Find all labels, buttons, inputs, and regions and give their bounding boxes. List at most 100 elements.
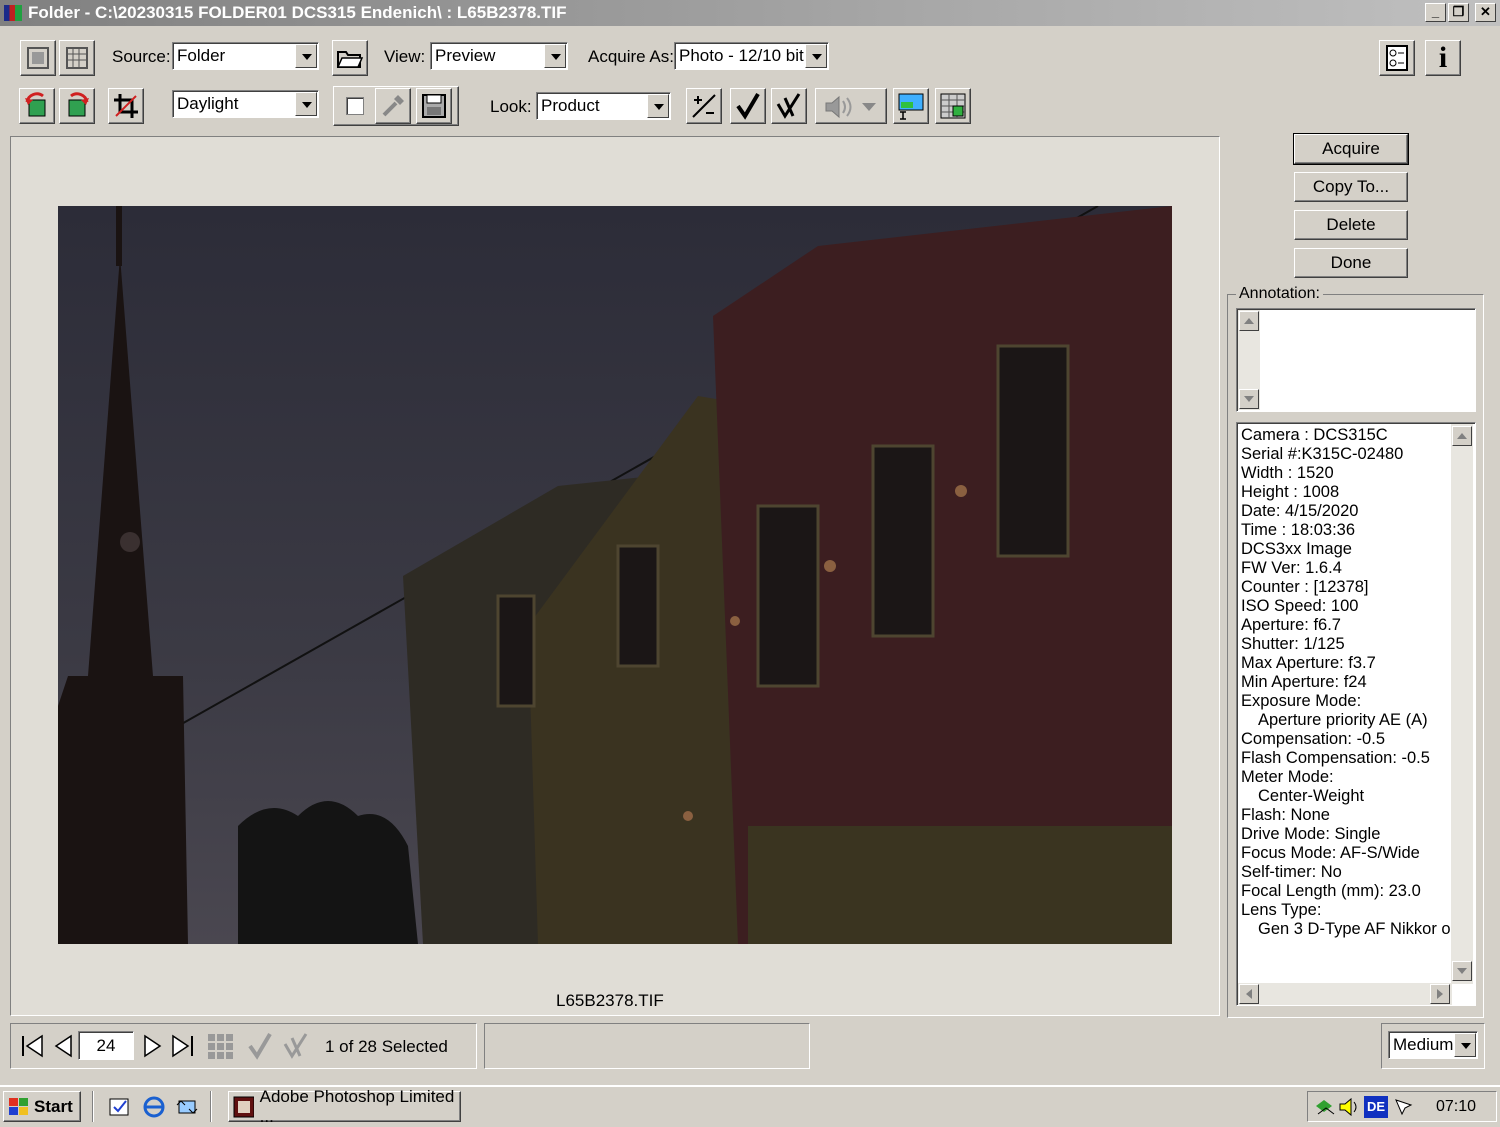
properties-icon[interactable] (1379, 40, 1415, 76)
open-folder-icon[interactable] (332, 40, 368, 76)
info-icon[interactable]: i (1425, 40, 1461, 76)
look-value: Product (541, 96, 600, 115)
previous-image-icon[interactable] (45, 1028, 81, 1064)
chevron-down-icon[interactable] (805, 44, 827, 68)
title-bar: Folder - C:\20230315 FOLDER01 DCS315 End… (0, 0, 1500, 26)
metadata-line: Meter Mode: (1241, 768, 1334, 786)
crop-icon[interactable] (108, 88, 144, 124)
metadata-vertical-scrollbar[interactable] (1451, 424, 1473, 984)
photoshop-icon (233, 1096, 254, 1117)
acquire-button[interactable]: Acquire (1293, 133, 1409, 165)
metadata-line: Serial #:K315C-02480 (1241, 445, 1404, 463)
chevron-down-icon[interactable] (647, 94, 669, 118)
save-icon[interactable] (416, 88, 452, 124)
look-label: Look: (490, 97, 532, 116)
metadata-line: Aperture priority AE (A) (1258, 711, 1428, 729)
metadata-line: Exposure Mode: (1241, 692, 1362, 710)
rotate-right-icon[interactable] (59, 88, 95, 124)
metadata-line: Flash: None (1241, 806, 1330, 824)
eyedropper-icon[interactable] (375, 88, 411, 124)
copy-to-button[interactable]: Copy To... (1294, 172, 1408, 202)
last-image-icon[interactable] (165, 1028, 201, 1064)
metadata-line: Gen 3 D-Type AF Nikkor or (1258, 920, 1451, 938)
chevron-down-icon[interactable] (295, 44, 317, 68)
check-icon[interactable] (242, 1028, 278, 1064)
white-balance-select[interactable]: Daylight (172, 90, 319, 118)
metadata-line: Drive Mode: Single (1241, 825, 1381, 843)
app-icon (4, 5, 22, 21)
metadata-line: Camera : DCS315C (1241, 426, 1388, 444)
chevron-down-icon[interactable] (544, 44, 566, 68)
scroll-left-icon[interactable] (1239, 984, 1259, 1004)
start-button[interactable]: Start (3, 1091, 81, 1122)
acquire-as-select[interactable]: Photo - 12/10 bit (674, 42, 829, 70)
restore-button[interactable]: ❐ (1448, 3, 1469, 22)
network-icon[interactable] (1314, 1096, 1336, 1118)
check-mark-icon[interactable] (730, 88, 766, 124)
view-select[interactable]: Preview (430, 42, 568, 70)
minimize-button[interactable]: _ (1425, 3, 1446, 22)
image-text-icon[interactable] (893, 88, 929, 124)
chevron-down-icon[interactable] (1454, 1033, 1476, 1057)
checkbox-icon[interactable] (337, 88, 373, 124)
internet-explorer-icon[interactable] (142, 1095, 166, 1119)
metadata-line: Height : 1008 (1241, 483, 1340, 501)
metadata-line: DCS3xx Image (1241, 540, 1352, 558)
scroll-down-icon[interactable] (1452, 961, 1472, 981)
check-all-disabled-icon[interactable] (278, 1028, 314, 1064)
metadata-line: Shutter: 1/125 (1241, 635, 1345, 653)
clock: 07:10 (1436, 1098, 1477, 1115)
batch-process-icon[interactable] (935, 88, 971, 124)
metadata-line: Min Aperture: f24 (1241, 673, 1367, 691)
metadata-line: Flash Compensation: -0.5 (1241, 749, 1430, 767)
metadata-line: Max Aperture: f3.7 (1241, 654, 1376, 672)
scroll-down-icon[interactable] (1239, 389, 1259, 409)
scroll-up-icon[interactable] (1239, 311, 1259, 331)
source-select[interactable]: Folder (172, 42, 319, 70)
show-desktop-icon[interactable] (108, 1095, 132, 1119)
metadata-line: Date: 4/15/2020 (1241, 502, 1359, 520)
scroll-right-icon[interactable] (1430, 984, 1450, 1004)
chevron-down-icon[interactable] (295, 92, 317, 116)
metadata-line: Self-timer: No (1241, 863, 1342, 881)
grid-view-icon[interactable] (59, 40, 95, 76)
metadata-horizontal-scrollbar[interactable] (1238, 983, 1452, 1005)
metadata-line: Width : 1520 (1241, 464, 1334, 482)
window-title: Folder - C:\20230315 FOLDER01 DCS315 End… (28, 3, 567, 22)
look-select[interactable]: Product (536, 92, 671, 120)
white-balance-value: Daylight (177, 94, 239, 113)
metadata-line: Time : 18:03:36 (1241, 521, 1356, 539)
preview-image[interactable] (58, 206, 1172, 944)
check-all-icon[interactable] (771, 88, 807, 124)
scroll-up-icon[interactable] (1452, 426, 1472, 446)
close-button[interactable]: ✕ (1475, 3, 1496, 22)
view-label: View: (384, 47, 426, 66)
windows-logo-icon (9, 1097, 28, 1115)
annotation-input[interactable] (1236, 308, 1476, 412)
rotate-left-icon[interactable] (19, 88, 55, 124)
start-label: Start (34, 1096, 73, 1116)
quality-value: Medium (1393, 1035, 1454, 1054)
sync-icon[interactable] (175, 1095, 199, 1119)
done-button[interactable]: Done (1294, 248, 1408, 278)
delete-button[interactable]: Delete (1294, 210, 1408, 240)
quality-select[interactable]: Medium (1388, 1031, 1478, 1059)
metadata-line: Counter : [12378] (1241, 578, 1369, 596)
select-grid-icon[interactable] (202, 1028, 238, 1064)
thumbnail-view-icon[interactable] (20, 40, 56, 76)
image-index-input[interactable]: 24 (78, 1031, 134, 1060)
sound-button[interactable] (815, 88, 887, 124)
metadata-line: FW Ver: 1.6.4 (1241, 559, 1342, 577)
volume-icon[interactable] (1338, 1096, 1360, 1118)
metadata-panel[interactable]: Camera : DCS315C Serial #:K315C-02480 Widt… (1236, 422, 1476, 1006)
exposure-compensation-icon[interactable] (686, 88, 722, 124)
language-indicator[interactable]: DE (1364, 1096, 1388, 1118)
photoshop-task-button[interactable]: Adobe Photoshop Limited ... (228, 1087, 461, 1126)
task-scheduler-icon[interactable] (1392, 1096, 1414, 1118)
source-label: Source: (112, 47, 171, 66)
annotation-label: Annotation: (1236, 285, 1323, 303)
source-value: Folder (177, 46, 226, 65)
preview-filename: L65B2378.TIF (556, 991, 664, 1010)
metadata-line: Aperture: f6.7 (1241, 616, 1341, 634)
metadata-line: ISO Speed: 100 (1241, 597, 1359, 615)
